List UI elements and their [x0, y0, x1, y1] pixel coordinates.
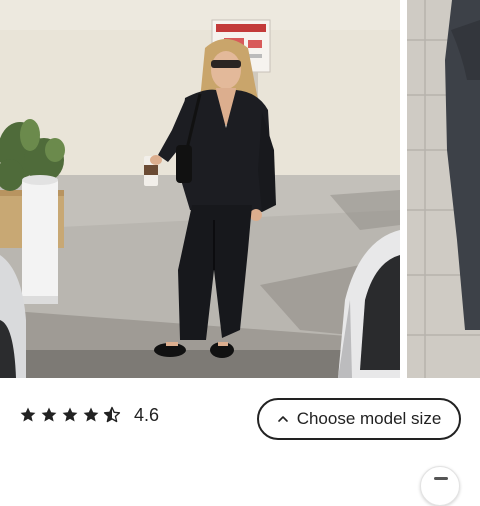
floating-action-button[interactable] [420, 466, 460, 506]
star-half-icon [103, 406, 121, 423]
star-icon [41, 407, 57, 422]
choose-model-size-button[interactable]: Choose model size [257, 398, 461, 440]
product-photo-illustration [0, 0, 400, 378]
product-photo-next-illustration [407, 0, 480, 378]
chevron-up-icon [277, 416, 288, 422]
product-photo-main[interactable] [0, 0, 400, 378]
rating: 4.6 [19, 404, 159, 426]
rating-value: 4.6 [134, 405, 160, 425]
star-icon [62, 407, 78, 422]
star-icon [83, 407, 99, 422]
product-image-gallery[interactable] [0, 0, 480, 378]
star-icon [20, 407, 36, 422]
product-photo-next[interactable] [407, 0, 480, 378]
choose-model-size-label: Choose model size [296, 409, 442, 428]
